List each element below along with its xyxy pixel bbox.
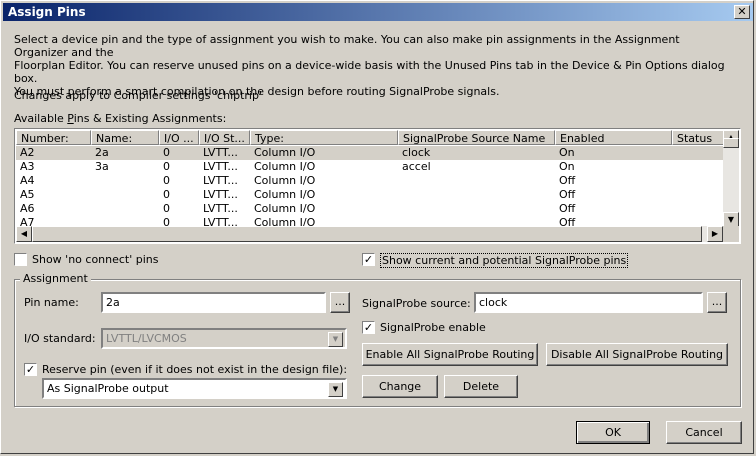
cell-io-bank: 0 xyxy=(163,202,170,215)
show-no-connect-checkbox[interactable] xyxy=(14,253,27,266)
io-standard-dropdown: LVTTL/LVCMOS ▼ xyxy=(101,328,347,349)
reserve-pin-label: Reserve pin (even if it does not exist i… xyxy=(42,363,348,376)
column-header-name[interactable]: Name: xyxy=(91,130,159,145)
pins-list-horizontal-scrollbar[interactable]: ◀ ▶ xyxy=(16,226,723,242)
signalprobe-enable-checkbox[interactable]: ✓ xyxy=(362,321,375,334)
cell-status xyxy=(672,188,726,202)
cell-name xyxy=(91,202,159,216)
change-button[interactable]: Change xyxy=(362,375,438,398)
cell-type: Column I/O xyxy=(254,174,316,187)
instructions-line: Floorplan Editor. You can reserve unused… xyxy=(14,59,725,85)
cell-number: A5 xyxy=(20,188,35,201)
cell-name: 2a xyxy=(95,146,109,159)
scroll-left-button[interactable]: ◀ xyxy=(16,226,32,242)
cell-io-standard: LVTT... xyxy=(203,174,238,187)
column-header-signalprobe-source[interactable]: SignalProbe Source Name xyxy=(398,130,555,145)
cell-name: 3a xyxy=(95,160,109,173)
io-standard-label: I/O standard: xyxy=(24,332,96,345)
title-bar: Assign Pins ✕ xyxy=(3,3,753,21)
cancel-button[interactable]: Cancel xyxy=(666,421,742,444)
table-row[interactable]: A4 0 LVTT... Column I/O Off xyxy=(16,174,726,188)
cell-number: A3 xyxy=(20,160,35,173)
cell-io-bank: 0 xyxy=(163,160,170,173)
table-row[interactable]: A6 0 LVTT... Column I/O Off xyxy=(16,202,726,216)
show-no-connect-label: Show 'no connect' pins xyxy=(32,253,159,266)
cell-number: A6 xyxy=(20,202,35,215)
pin-name-browse-button[interactable]: ... xyxy=(330,292,350,313)
compiler-settings-note: Changes apply to Compiler settings 'chip… xyxy=(14,89,262,102)
cell-number: A4 xyxy=(20,174,35,187)
pins-list-header: Number: Name: I/O ... I/O St... Type: Si… xyxy=(16,130,726,145)
pins-list-label: Available Pins & Existing Assignments: xyxy=(14,112,227,125)
chevron-down-icon[interactable]: ▼ xyxy=(328,382,343,397)
column-header-enabled[interactable]: Enabled xyxy=(555,130,672,145)
scroll-right-button[interactable]: ▶ xyxy=(707,226,723,242)
cell-io-bank: 0 xyxy=(163,174,170,187)
signalprobe-source-browse-button[interactable]: ... xyxy=(707,292,727,313)
assignment-group-label: Assignment xyxy=(20,272,91,285)
cell-signalprobe-source: clock xyxy=(402,146,431,159)
io-standard-value: LVTTL/LVCMOS xyxy=(106,332,187,345)
cell-signalprobe-source xyxy=(398,202,555,216)
signalprobe-source-label: SignalProbe source: xyxy=(362,297,471,310)
cell-enabled: Off xyxy=(559,188,576,201)
cell-io-standard: LVTT... xyxy=(203,146,238,159)
close-button[interactable]: ✕ xyxy=(734,5,750,19)
cell-status xyxy=(672,160,726,174)
reserve-pin-value: As SignalProbe output xyxy=(47,382,169,395)
delete-button[interactable]: Delete xyxy=(444,375,518,398)
signalprobe-source-field[interactable]: clock xyxy=(474,292,703,313)
cell-type: Column I/O xyxy=(254,202,316,215)
cell-signalprobe-source xyxy=(398,188,555,202)
scroll-thumb[interactable] xyxy=(32,226,702,242)
cell-enabled: On xyxy=(559,160,575,173)
cell-enabled: Off xyxy=(559,174,576,187)
cell-name xyxy=(91,188,159,202)
cell-number: A2 xyxy=(20,146,35,159)
cell-io-bank: 0 xyxy=(163,188,170,201)
ok-button[interactable]: OK xyxy=(576,421,650,444)
column-header-io-bank[interactable]: I/O ... xyxy=(159,130,199,145)
enable-all-signalprobe-routing-button[interactable]: Enable All SignalProbe Routing xyxy=(362,343,538,366)
cell-signalprobe-source xyxy=(398,174,555,188)
reserve-pin-checkbox[interactable]: ✓ xyxy=(24,363,37,376)
cell-signalprobe-source: accel xyxy=(402,160,431,173)
signalprobe-enable-label: SignalProbe enable xyxy=(380,321,486,334)
cell-io-standard: LVTT... xyxy=(203,188,238,201)
show-signalprobe-pins-label: Show current and potential SignalProbe p… xyxy=(380,253,629,268)
cell-status xyxy=(672,174,726,188)
cell-enabled: Off xyxy=(559,202,576,215)
cell-enabled: On xyxy=(559,146,575,159)
disable-all-signalprobe-routing-button[interactable]: Disable All SignalProbe Routing xyxy=(546,343,728,366)
pins-list-vertical-scrollbar[interactable]: ▲ ▼ xyxy=(723,130,739,228)
cell-status xyxy=(672,146,726,160)
column-header-io-standard[interactable]: I/O St... xyxy=(199,130,250,145)
show-signalprobe-pins-checkbox[interactable]: ✓ xyxy=(362,253,375,266)
column-header-number[interactable]: Number: xyxy=(16,130,91,145)
table-row[interactable]: A3 3a 0 LVTT... Column I/O accel On xyxy=(16,160,726,174)
cell-type: Column I/O xyxy=(254,160,316,173)
cell-io-standard: LVTT... xyxy=(203,202,238,215)
chevron-down-icon: ▼ xyxy=(328,332,343,347)
reserve-pin-dropdown[interactable]: As SignalProbe output ▼ xyxy=(42,378,347,399)
table-row[interactable]: A5 0 LVTT... Column I/O Off xyxy=(16,188,726,202)
scroll-thumb[interactable] xyxy=(723,138,739,148)
pins-list[interactable]: Number: Name: I/O ... I/O St... Type: Si… xyxy=(14,128,741,244)
cell-type: Column I/O xyxy=(254,188,316,201)
cell-io-bank: 0 xyxy=(163,146,170,159)
column-header-status[interactable]: Status xyxy=(672,130,726,145)
table-row[interactable]: A2 2a 0 LVTT... Column I/O clock On xyxy=(16,146,726,160)
cell-io-standard: LVTT... xyxy=(203,160,238,173)
cell-name xyxy=(91,174,159,188)
scrollbar-corner xyxy=(723,226,739,242)
column-header-type[interactable]: Type: xyxy=(250,130,398,145)
window-title: Assign Pins xyxy=(8,5,86,19)
cell-status xyxy=(672,202,726,216)
pin-name-field[interactable]: 2a xyxy=(101,292,326,313)
instructions-line: Select a device pin and the type of assi… xyxy=(14,33,680,59)
pin-name-label: Pin name: xyxy=(24,296,79,309)
cell-type: Column I/O xyxy=(254,146,316,159)
